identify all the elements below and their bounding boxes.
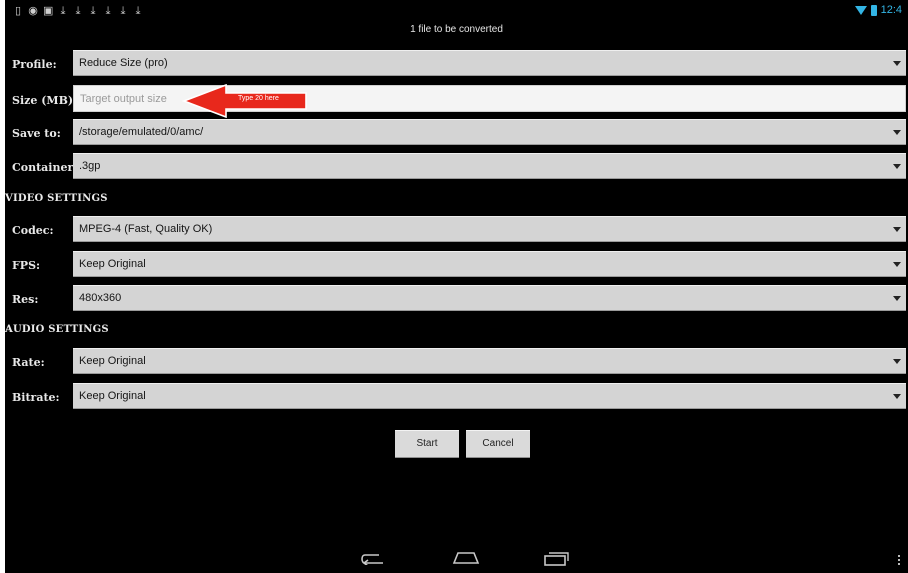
- download-icon: ⤓: [90, 5, 96, 17]
- save-to-value: /storage/emulated/0/amc/: [79, 126, 204, 138]
- res-label: Res:: [12, 293, 39, 306]
- chevron-down-icon: [893, 164, 901, 169]
- codec-value: MPEG-4 (Fast, Quality OK): [79, 223, 213, 235]
- navigation-bar: [5, 542, 908, 573]
- codec-label: Codec:: [12, 224, 54, 237]
- image-icon: ▣: [43, 5, 54, 17]
- wifi-icon: [854, 5, 867, 15]
- chevron-down-icon: [893, 394, 901, 399]
- chevron-down-icon: [893, 359, 901, 364]
- chevron-down-icon: [893, 296, 901, 301]
- fps-dropdown[interactable]: Keep Original: [73, 251, 906, 277]
- home-icon[interactable]: [452, 551, 480, 565]
- profile-value: Reduce Size (pro): [79, 57, 168, 69]
- bitrate-label: Bitrate:: [12, 391, 60, 404]
- profile-label: Profile:: [12, 58, 57, 71]
- start-button[interactable]: Start: [395, 430, 459, 458]
- container-value: .3gp: [79, 160, 101, 172]
- save-to-label: Save to:: [12, 127, 61, 140]
- audio-settings-heading: AUDIO SETTINGS: [5, 324, 109, 335]
- battery-icon: [870, 4, 877, 16]
- clock: 12:4: [880, 4, 902, 16]
- download-icon: ⤓: [135, 5, 141, 17]
- chevron-down-icon: [893, 130, 901, 135]
- camera-icon: ◉: [28, 5, 38, 17]
- notification-icons: ▯ ◉ ▣ ⤓ ⤓ ⤓ ⤓ ⤓ ⤓: [13, 5, 143, 17]
- download-icon: ⤓: [75, 5, 81, 17]
- overflow-menu-icon[interactable]: [898, 555, 900, 565]
- download-icon: ⤓: [120, 5, 126, 17]
- back-icon[interactable]: [359, 551, 385, 565]
- status-right: 12:4: [854, 4, 902, 16]
- cancel-button[interactable]: Cancel: [466, 430, 530, 458]
- codec-dropdown[interactable]: MPEG-4 (Fast, Quality OK): [73, 216, 906, 242]
- annotation-text: Type 20 here: [238, 95, 279, 102]
- rate-value: Keep Original: [79, 355, 146, 367]
- rate-dropdown[interactable]: Keep Original: [73, 348, 906, 374]
- save-to-dropdown[interactable]: /storage/emulated/0/amc/: [73, 119, 906, 145]
- chevron-down-icon: [893, 262, 901, 267]
- profile-dropdown[interactable]: Reduce Size (pro): [73, 50, 906, 76]
- status-bar: ▯ ◉ ▣ ⤓ ⤓ ⤓ ⤓ ⤓ ⤓ 12:4: [5, 0, 908, 22]
- bitrate-dropdown[interactable]: Keep Original: [73, 383, 906, 409]
- recent-apps-icon[interactable]: [543, 551, 569, 567]
- files-to-convert-text: 1 file to be converted: [410, 24, 503, 35]
- fps-value: Keep Original: [79, 258, 146, 270]
- fps-label: FPS:: [12, 259, 41, 272]
- bitrate-value: Keep Original: [79, 390, 146, 402]
- download-icon: ⤓: [60, 5, 66, 17]
- container-dropdown[interactable]: .3gp: [73, 153, 906, 179]
- container-label: Container:: [12, 161, 78, 174]
- size-label: Size (MB):: [12, 94, 78, 107]
- res-dropdown[interactable]: 480x360: [73, 285, 906, 311]
- chevron-down-icon: [893, 227, 901, 232]
- phone-icon: ▯: [14, 5, 22, 17]
- rate-label: Rate:: [12, 356, 45, 369]
- chevron-down-icon: [893, 61, 901, 66]
- video-settings-heading: VIDEO SETTINGS: [5, 193, 108, 204]
- download-icon: ⤓: [105, 5, 111, 17]
- res-value: 480x360: [79, 292, 122, 304]
- app-screen: ▯ ◉ ▣ ⤓ ⤓ ⤓ ⤓ ⤓ ⤓ 12:4 1 file to be conv…: [5, 0, 908, 573]
